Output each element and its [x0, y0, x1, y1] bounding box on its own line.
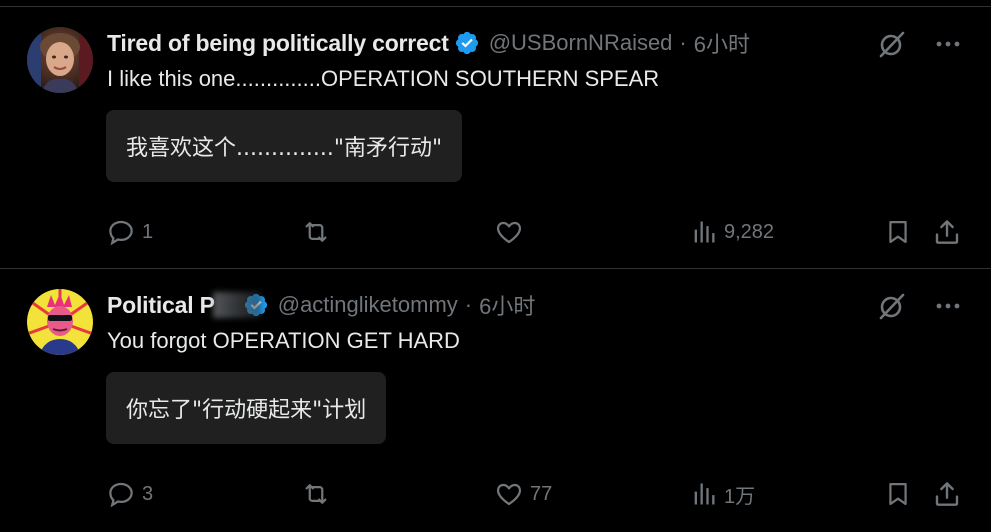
- share-button[interactable]: [932, 477, 962, 511]
- heart-icon: [494, 217, 524, 247]
- reply-count: 1: [142, 220, 154, 243]
- grok-icon[interactable]: [877, 291, 907, 321]
- bookmark-button[interactable]: [884, 215, 912, 249]
- avatar[interactable]: [27, 27, 93, 93]
- post-header: Political P @actingliketommy · 6小时: [107, 289, 535, 321]
- reply-icon: [106, 217, 136, 247]
- reply-count: 3: [142, 482, 154, 505]
- like-button[interactable]: [494, 215, 530, 249]
- views-count: 1万: [724, 485, 756, 508]
- post[interactable]: Tired of being politically correct @USBo…: [0, 7, 991, 269]
- translation-box: 你忘了"行动硬起来"计划: [106, 372, 387, 444]
- share-icon: [932, 479, 962, 509]
- timestamp[interactable]: 6小时: [694, 27, 750, 59]
- author-name[interactable]: Tired of being politically correct: [107, 30, 449, 57]
- bookmark-icon: [884, 479, 912, 509]
- share-button[interactable]: [932, 215, 962, 249]
- reply-icon: [106, 479, 136, 509]
- share-icon: [932, 217, 962, 247]
- post-text: I like this one..............OPERATION S…: [107, 66, 660, 91]
- timestamp[interactable]: 6小时: [479, 289, 535, 321]
- action-bar: 3 77 1万: [106, 477, 966, 511]
- views-count: 9,282: [724, 220, 775, 243]
- repost-icon: [300, 479, 332, 509]
- views-button[interactable]: 9,282: [690, 215, 774, 249]
- post-text: You forgot OPERATION GET HARD: [107, 328, 460, 353]
- reply-button[interactable]: 3: [106, 477, 153, 511]
- views-icon: [690, 217, 718, 247]
- avatar[interactable]: [27, 289, 93, 355]
- separator: ·: [464, 292, 473, 317]
- author-handle[interactable]: @USBornNRaised: [489, 30, 673, 56]
- more-icon[interactable]: [935, 39, 961, 49]
- more-icon[interactable]: [935, 301, 961, 311]
- reply-button[interactable]: 1: [106, 215, 153, 249]
- post-top-actions: [877, 29, 961, 59]
- repost-button[interactable]: [300, 215, 338, 249]
- repost-button[interactable]: [300, 477, 338, 511]
- views-button[interactable]: 1万: [690, 477, 755, 511]
- blurred-name-fragment: [212, 292, 261, 318]
- post-top-actions: [877, 291, 961, 321]
- repost-icon: [300, 217, 332, 247]
- bookmark-button[interactable]: [884, 477, 912, 511]
- grok-icon[interactable]: [877, 29, 907, 59]
- author-name[interactable]: Political P: [107, 292, 215, 319]
- action-bar: 1 9,282: [106, 215, 966, 249]
- post-header: Tired of being politically correct @USBo…: [107, 27, 750, 59]
- translation-box: 我喜欢这个.............."南矛行动": [106, 110, 463, 182]
- bookmark-icon: [884, 217, 912, 247]
- post[interactable]: Political P @actingliketommy · 6小时 You f…: [0, 269, 991, 531]
- like-count: 77: [530, 482, 553, 505]
- heart-icon: [494, 479, 524, 509]
- views-icon: [690, 479, 718, 509]
- author-handle[interactable]: @actingliketommy: [278, 292, 458, 318]
- timeline: Tired of being politically correct @USBo…: [0, 0, 991, 532]
- separator: ·: [679, 30, 687, 55]
- verified-badge-icon: [454, 30, 480, 56]
- like-button[interactable]: 77: [494, 477, 552, 511]
